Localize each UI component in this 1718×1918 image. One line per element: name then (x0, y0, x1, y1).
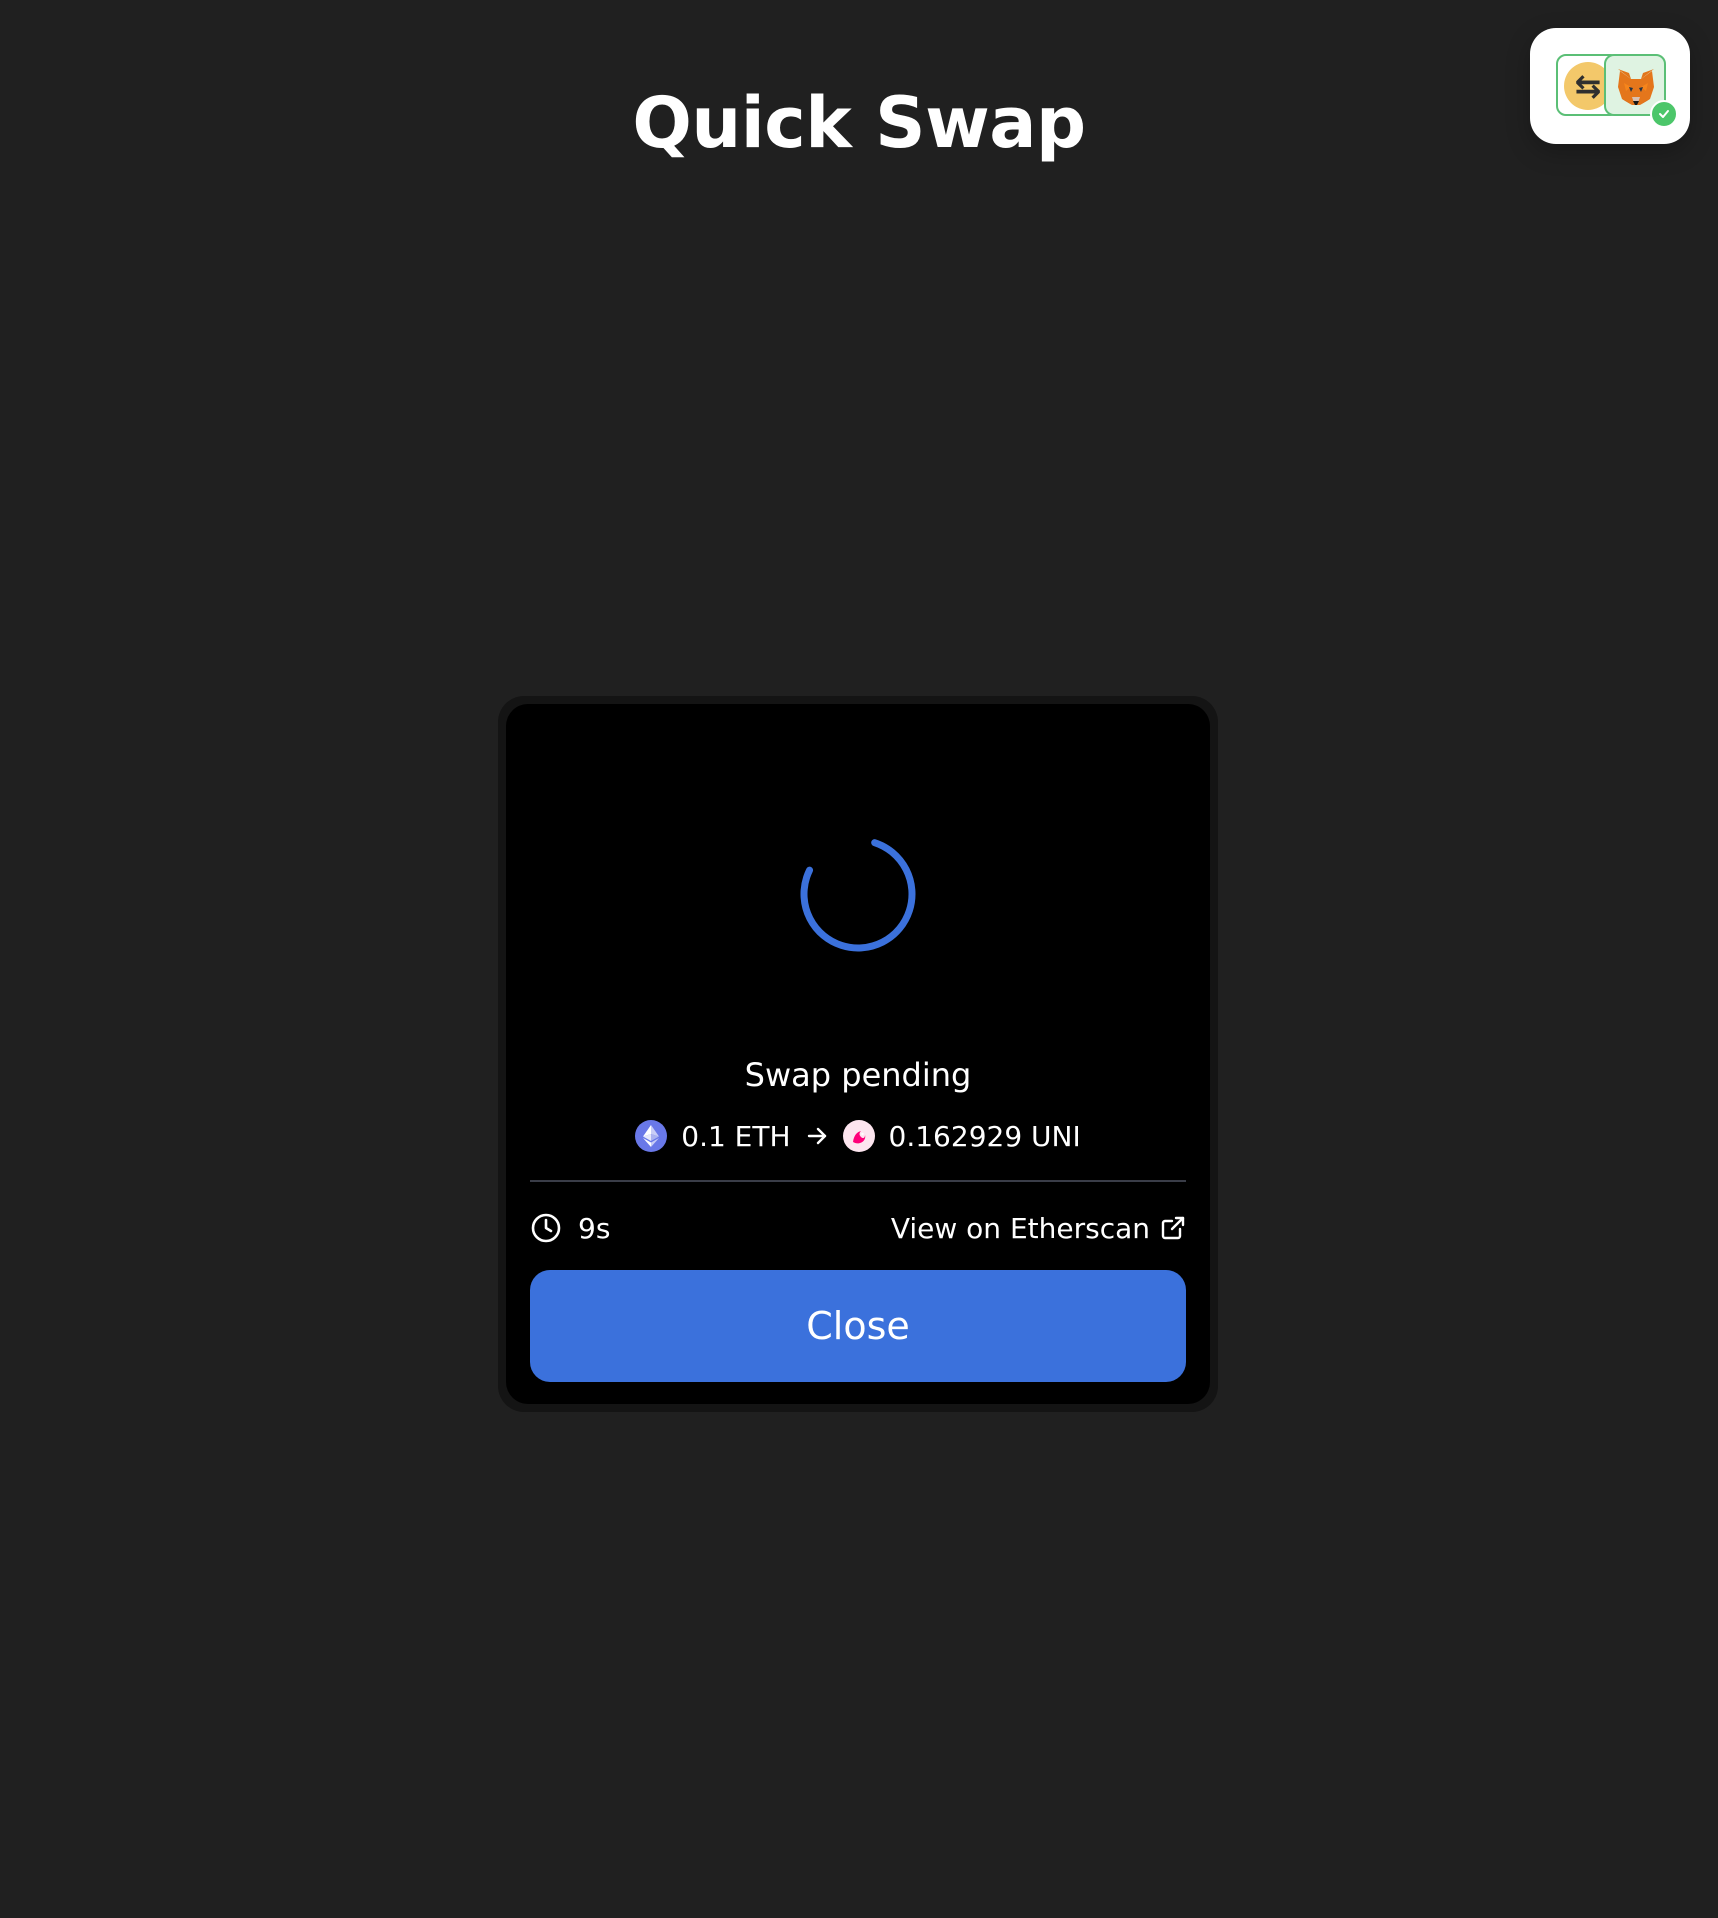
page-title: Quick Swap (632, 82, 1086, 164)
eth-icon (635, 1120, 668, 1152)
wallet-connect-widget[interactable]: ⇆ (1530, 28, 1690, 144)
metamask-fox-icon (1618, 69, 1654, 105)
elapsed-timer: 9s (530, 1212, 610, 1245)
etherscan-link-label: View on Etherscan (890, 1211, 1150, 1245)
connected-check-icon (1650, 100, 1678, 128)
loading-spinner-icon (800, 836, 916, 952)
divider (530, 1180, 1186, 1182)
view-on-etherscan-link[interactable]: View on Etherscan (891, 1212, 1186, 1245)
elapsed-time: 9s (578, 1211, 611, 1245)
clock-icon (531, 1213, 561, 1243)
close-button[interactable]: Close (530, 1270, 1186, 1382)
swap-summary: 0.1 ETH 0.162929 UNI (506, 1114, 1210, 1158)
from-amount: 0.1 ETH (681, 1119, 791, 1153)
external-link-icon (1161, 1216, 1185, 1240)
uni-icon (842, 1120, 875, 1152)
swap-meta-row: 9s View on Etherscan (530, 1206, 1186, 1250)
arrow-right-icon (805, 1124, 829, 1148)
swap-status-modal: Swap pending 0.1 ETH 0.162929 UNI 9s Vie… (506, 704, 1210, 1404)
swap-status-title: Swap pending (744, 1056, 972, 1094)
to-amount: 0.162929 UNI (888, 1119, 1081, 1153)
